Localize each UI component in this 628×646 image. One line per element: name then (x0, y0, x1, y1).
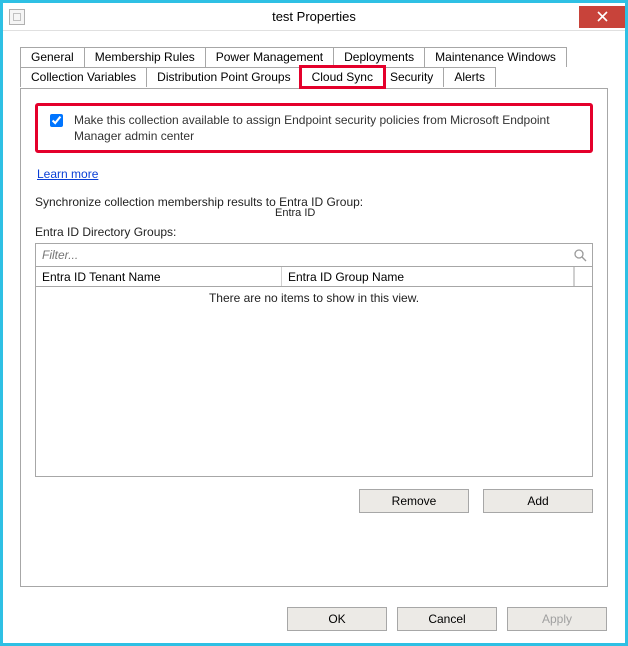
tab-maintenance-windows[interactable]: Maintenance Windows (424, 47, 567, 67)
tab-strip: General Membership Rules Power Managemen… (20, 47, 608, 89)
assign-policies-checkbox[interactable] (50, 114, 63, 127)
panel-button-row: Remove Add (35, 489, 593, 513)
system-menu-icon[interactable] (9, 9, 25, 25)
tab-row-2: Collection Variables Distribution Point … (20, 67, 608, 87)
tab-row-1: General Membership Rules Power Managemen… (20, 47, 608, 67)
assign-policies-label: Make this collection available to assign… (74, 112, 582, 144)
filter-input[interactable] (36, 244, 568, 266)
column-group-name[interactable]: Entra ID Group Name (282, 267, 574, 286)
tab-membership-rules[interactable]: Membership Rules (84, 47, 206, 67)
filter-box (35, 243, 593, 267)
cancel-button[interactable]: Cancel (397, 607, 497, 631)
tab-deployments[interactable]: Deployments (333, 47, 425, 67)
tab-panel: Make this collection available to assign… (20, 88, 608, 587)
close-icon (597, 11, 608, 22)
search-icon[interactable] (568, 244, 592, 266)
close-button[interactable] (579, 6, 625, 28)
add-button[interactable]: Add (483, 489, 593, 513)
learn-more-link[interactable]: Learn more (37, 167, 98, 181)
column-spacer (574, 267, 592, 286)
tab-alerts[interactable]: Alerts (443, 67, 496, 87)
tab-security[interactable]: Security (379, 67, 444, 87)
title-bar: test Properties (3, 3, 625, 31)
cloud-sync-panel: Make this collection available to assign… (21, 89, 607, 586)
ok-button[interactable]: OK (287, 607, 387, 631)
window-title: test Properties (3, 9, 625, 24)
tab-cloud-sync[interactable]: Cloud Sync (301, 67, 384, 87)
client-area: General Membership Rules Power Managemen… (6, 31, 622, 593)
highlight-annotation: Make this collection available to assign… (35, 103, 593, 153)
tab-collection-variables[interactable]: Collection Variables (20, 67, 147, 87)
grid-header: Entra ID Tenant Name Entra ID Group Name (35, 267, 593, 287)
tab-power-management[interactable]: Power Management (205, 47, 334, 67)
directory-groups-label: Entra ID Directory Groups: (35, 225, 593, 239)
tab-distribution-point-groups[interactable]: Distribution Point Groups (146, 67, 301, 87)
dialog-button-row: OK Cancel Apply (287, 607, 607, 631)
apply-button[interactable]: Apply (507, 607, 607, 631)
entra-id-floating-label: Entra ID (275, 207, 315, 219)
grid-empty-message: There are no items to show in this view. (36, 287, 592, 305)
grid-body[interactable]: There are no items to show in this view. (35, 287, 593, 477)
column-tenant-name[interactable]: Entra ID Tenant Name (36, 267, 282, 286)
remove-button[interactable]: Remove (359, 489, 469, 513)
tab-general[interactable]: General (20, 47, 85, 67)
